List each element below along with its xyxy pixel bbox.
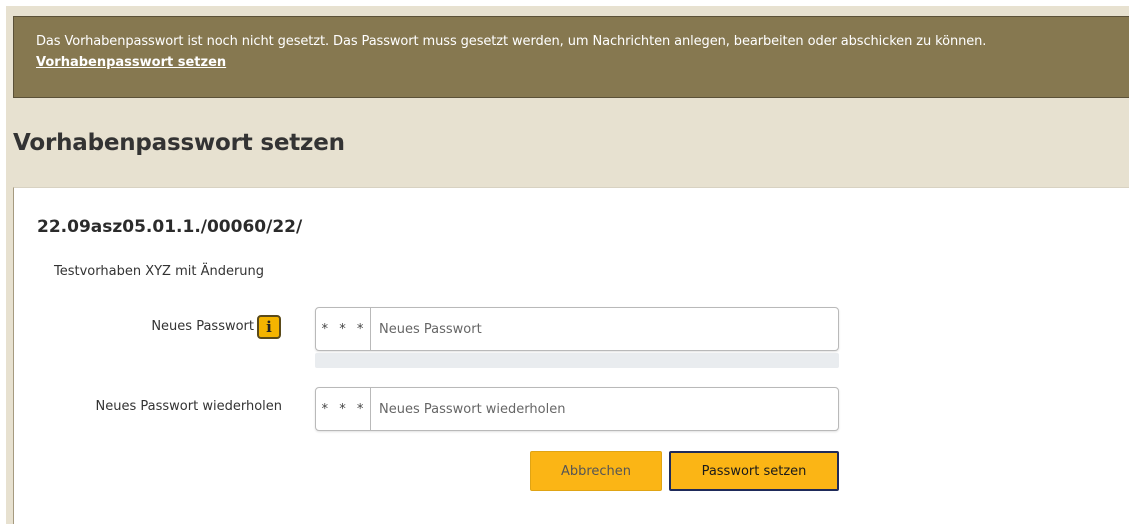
- password-strength-bar: [315, 353, 839, 368]
- frame-top: [0, 0, 1129, 6]
- repeat-password-label: Neues Passwort wiederholen: [95, 399, 282, 414]
- new-password-input[interactable]: [371, 308, 838, 350]
- password-addon: * * *: [316, 388, 371, 430]
- new-password-group: * * *: [315, 307, 839, 351]
- repeat-password-input[interactable]: [371, 388, 838, 430]
- password-form-panel: 22.09asz05.01.1./00060/22/ Testvorhaben …: [13, 187, 1129, 524]
- page-title: Vorhabenpasswort setzen: [13, 130, 345, 156]
- project-name: Testvorhaben XYZ mit Änderung: [54, 264, 265, 279]
- reference-number: 22.09asz05.01.1./00060/22/: [37, 217, 303, 237]
- password-not-set-alert: Das Vorhabenpasswort ist noch nicht gese…: [13, 16, 1129, 98]
- new-password-label: Neues Passwort: [151, 319, 254, 334]
- set-password-button[interactable]: Passwort setzen: [669, 451, 839, 491]
- info-icon[interactable]: i: [257, 315, 281, 339]
- repeat-password-group: * * *: [315, 387, 839, 431]
- frame-left: [0, 0, 6, 524]
- cancel-button[interactable]: Abbrechen: [530, 451, 662, 491]
- alert-message: Das Vorhabenpasswort ist noch nicht gese…: [36, 34, 987, 49]
- password-addon: * * *: [316, 308, 371, 350]
- set-password-link[interactable]: Vorhabenpasswort setzen: [36, 55, 226, 70]
